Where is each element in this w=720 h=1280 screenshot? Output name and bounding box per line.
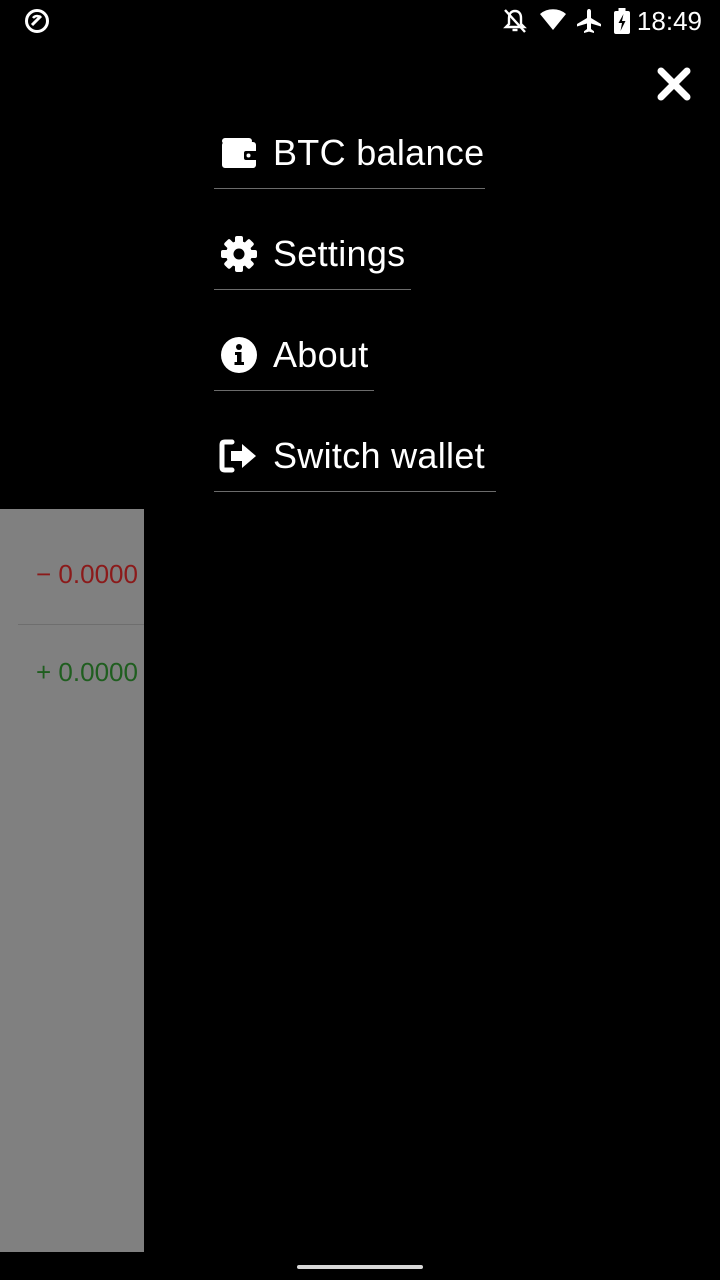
close-icon [657, 67, 691, 101]
menu-item-label: Settings [273, 233, 406, 274]
status-bar: 18:49 [0, 0, 720, 42]
vpn-icon [24, 8, 50, 39]
close-menu-button[interactable] [650, 60, 698, 108]
background-transaction-list: − 0.0000 + 0.0000 [0, 509, 144, 1252]
menu-item-switch-wallet[interactable]: Switch wallet [214, 421, 496, 492]
info-icon [216, 332, 262, 378]
transaction-amount: 0.0000 [58, 657, 138, 687]
menu-item-label: BTC balance [273, 132, 485, 173]
menu-item-about[interactable]: About [214, 320, 374, 391]
home-indicator[interactable] [297, 1265, 423, 1269]
battery-charging-icon [613, 8, 631, 39]
menu-item-label: Switch wallet [273, 435, 485, 476]
transaction-row-received: + 0.0000 [36, 657, 138, 688]
sign-out-icon [216, 433, 262, 479]
notifications-off-icon [503, 8, 527, 39]
airplane-mode-icon [576, 8, 602, 39]
transaction-sign: − [36, 559, 52, 589]
transaction-divider [18, 624, 144, 625]
wallet-icon [216, 130, 262, 176]
menu-item-btc-balance[interactable]: BTC balance [214, 118, 485, 189]
transaction-amount: 0.0000 [58, 559, 138, 589]
app-screen: 18:49 − 0.0000 + 0.0000 BTC balance Sett… [0, 0, 720, 1280]
gear-icon [216, 231, 262, 277]
status-time: 18:49 [636, 6, 702, 36]
menu-item-label: About [273, 334, 369, 375]
transaction-row-sent: − 0.0000 [36, 559, 138, 590]
wifi-icon [539, 8, 567, 37]
menu-item-settings[interactable]: Settings [214, 219, 411, 290]
transaction-sign: + [36, 657, 52, 687]
